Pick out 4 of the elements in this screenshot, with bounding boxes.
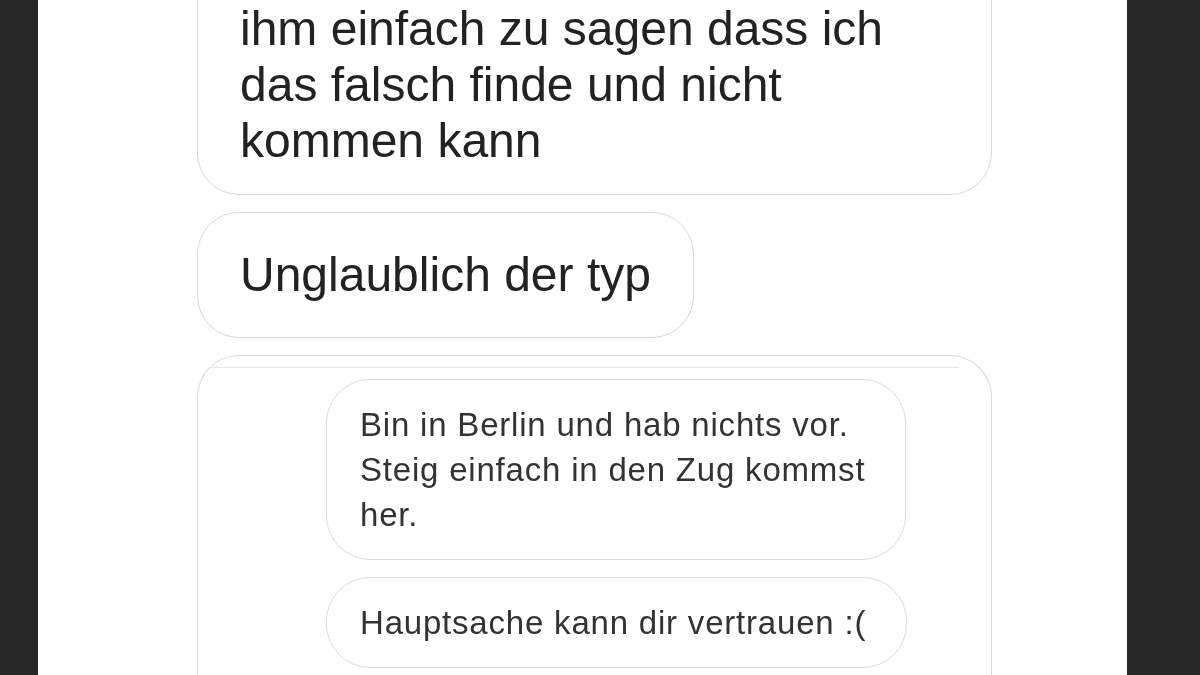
message-text: Hauptsache kann dir vertrauen :(: [360, 603, 867, 643]
message-text: Bin in Berlin und hab nichts vor. Steig einfach in den Zug kommst her.: [360, 405, 866, 535]
message-text: ihm einfach zu sagen dass ich das falsch finde und nicht kommen kann: [240, 1, 885, 169]
message-text: Unglaublich der typ: [240, 247, 651, 303]
